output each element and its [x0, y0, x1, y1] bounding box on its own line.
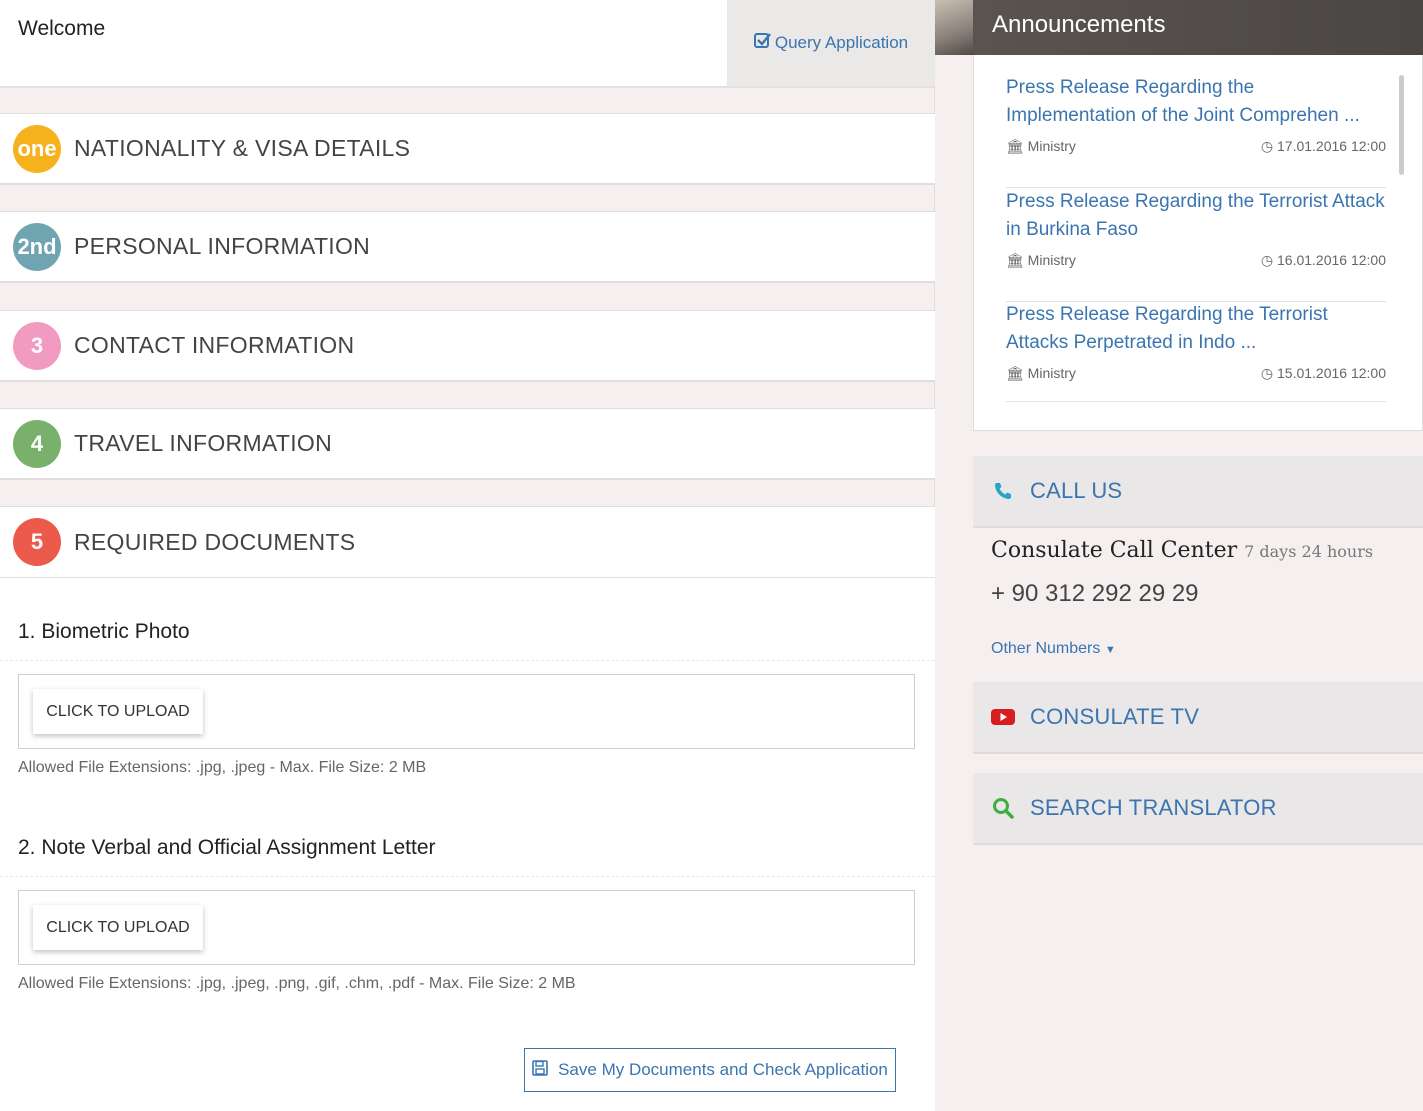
other-numbers-label: Other Numbers	[991, 640, 1101, 657]
announcement-link[interactable]: Press Release Regarding the Terrorist At…	[1006, 301, 1386, 357]
header-photo	[935, 0, 973, 55]
call-us-header[interactable]: CALL US	[973, 456, 1423, 528]
announcement-date: ◷ 16.01.2016 12:00	[1260, 252, 1386, 268]
clock-icon: ◷	[1260, 252, 1274, 268]
scrollbar[interactable]	[1399, 75, 1404, 175]
step-title: CONTACT INFORMATION	[74, 332, 355, 358]
save-documents-button[interactable]: Save My Documents and Check Application	[524, 1048, 896, 1092]
call-center-hours: 7 days 24 hours	[1244, 542, 1374, 561]
save-documents-label: Save My Documents and Check Application	[558, 1060, 888, 1079]
step-travel-information[interactable]: 4 TRAVEL INFORMATION	[0, 408, 935, 480]
step-title: TRAVEL INFORMATION	[74, 430, 332, 456]
top-bar: Welcome Query Application	[0, 0, 935, 88]
bank-icon: 🏛	[1006, 365, 1024, 381]
required-documents-panel: 1. Biometric Photo CLICK TO UPLOAD Allow…	[0, 578, 935, 1111]
announcement-source: 🏛 Ministry	[1006, 252, 1076, 268]
step-title: NATIONALITY & VISA DETAILS	[74, 135, 411, 161]
upload-dropzone[interactable]: CLICK TO UPLOAD	[18, 890, 915, 965]
announcement-source: 🏛 Ministry	[1006, 365, 1076, 381]
bank-icon: 🏛	[1006, 252, 1024, 268]
step-badge: 4	[13, 419, 61, 468]
query-application-button[interactable]: Query Application	[727, 0, 935, 86]
query-application-label: Query Application	[774, 33, 909, 52]
main-column: Welcome Query Application one NATIONALIT…	[0, 0, 935, 1111]
phone-icon	[990, 481, 1016, 501]
step-contact-information[interactable]: 3 CONTACT INFORMATION	[0, 310, 935, 382]
announcement-meta: 🏛 Ministry ◷ 16.01.2016 12:00	[1006, 252, 1386, 274]
step-title: REQUIRED DOCUMENTS	[74, 528, 356, 555]
step-personal-information[interactable]: 2nd PERSONAL INFORMATION	[0, 211, 935, 283]
announcements-header: Announcements	[935, 0, 1423, 55]
consulate-tv-header[interactable]: CONSULATE TV	[973, 682, 1423, 754]
step-required-documents[interactable]: 5 REQUIRED DOCUMENTS	[0, 506, 935, 578]
welcome-text: Welcome	[18, 17, 106, 40]
announcement-date: ◷ 17.01.2016 12:00	[1260, 138, 1386, 154]
announcement-item: Press Release Regarding the Implementati…	[1006, 74, 1386, 188]
call-center-phone: + 90 312 292 29 29	[991, 580, 1199, 607]
announcements-title: Announcements	[992, 11, 1166, 38]
search-translator-header[interactable]: SEARCH TRANSLATOR	[973, 773, 1423, 845]
announcement-date: ◷ 15.01.2016 12:00	[1260, 365, 1386, 381]
announcement-source: 🏛 Ministry	[1006, 138, 1076, 154]
step-badge: 3	[13, 321, 61, 370]
step-title: PERSONAL INFORMATION	[74, 233, 371, 259]
upload-dropzone[interactable]: CLICK TO UPLOAD	[18, 674, 915, 749]
divider	[0, 876, 935, 877]
announcement-meta: 🏛 Ministry ◷ 17.01.2016 12:00	[1006, 138, 1386, 160]
bank-icon: 🏛	[1006, 138, 1024, 154]
announcement-item: Press Release Regarding the Terrorist At…	[1006, 301, 1386, 402]
floppy-disk-icon	[532, 1059, 548, 1081]
document-title: 1. Biometric Photo	[18, 620, 190, 643]
upload-button[interactable]: CLICK TO UPLOAD	[33, 905, 203, 950]
announcement-link[interactable]: Press Release Regarding the Implementati…	[1006, 74, 1386, 130]
other-numbers-dropdown[interactable]: Other Numbers ▼	[991, 640, 1116, 658]
call-us-label: CALL US	[1030, 478, 1123, 503]
announcements-list[interactable]: Press Release Regarding the Implementati…	[973, 55, 1423, 431]
clock-icon: ◷	[1260, 138, 1274, 154]
clock-icon: ◷	[1260, 365, 1274, 381]
step-nationality-visa[interactable]: one NATIONALITY & VISA DETAILS	[0, 113, 935, 185]
youtube-icon	[990, 708, 1016, 726]
allowed-extensions-text: Allowed File Extensions: .jpg, .jpeg, .p…	[18, 975, 576, 992]
upload-button[interactable]: CLICK TO UPLOAD	[33, 689, 203, 734]
check-square-icon	[753, 32, 771, 54]
document-title: 2. Note Verbal and Official Assignment L…	[18, 836, 436, 859]
search-icon	[990, 797, 1016, 819]
search-translator-label: SEARCH TRANSLATOR	[1030, 795, 1277, 820]
announcement-item: Press Release Regarding the Terrorist At…	[1006, 188, 1386, 302]
step-badge: 5	[13, 518, 61, 566]
announcement-link[interactable]: Press Release Regarding the Terrorist At…	[1006, 188, 1386, 244]
announcement-meta: 🏛 Ministry ◷ 15.01.2016 12:00	[1006, 365, 1386, 387]
step-badge: 2nd	[13, 222, 61, 271]
divider	[0, 660, 935, 661]
call-center-name: Consulate Call Center	[991, 538, 1238, 563]
caret-down-icon: ▼	[1104, 644, 1116, 656]
consulate-tv-label: CONSULATE TV	[1030, 704, 1200, 729]
step-badge: one	[13, 124, 61, 173]
call-center-heading: Consulate Call Center 7 days 24 hours	[991, 538, 1373, 563]
allowed-extensions-text: Allowed File Extensions: .jpg, .jpeg - M…	[18, 759, 427, 776]
